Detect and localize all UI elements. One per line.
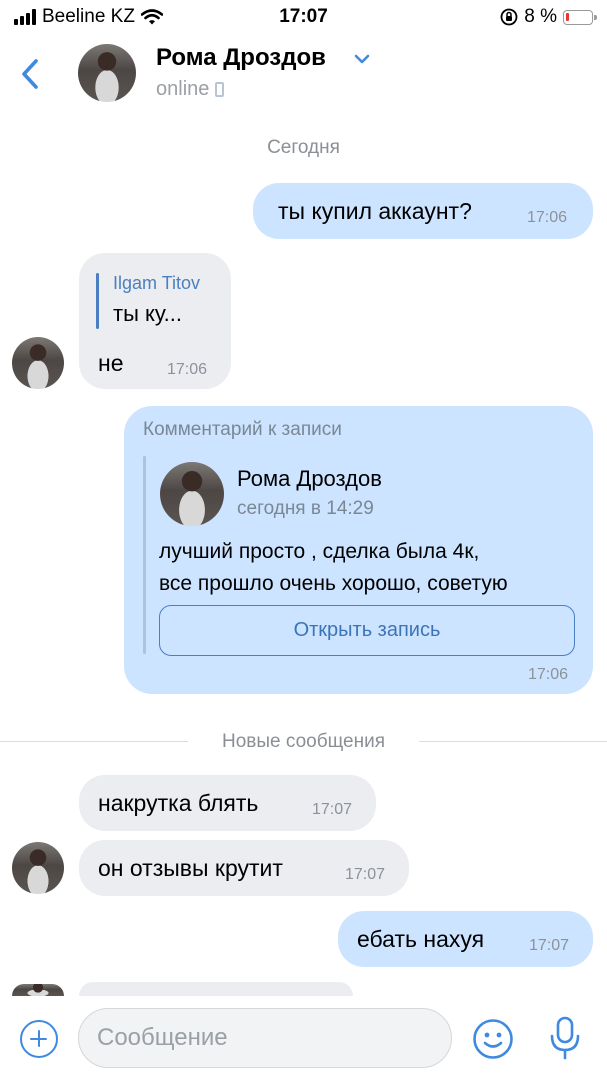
repost-text: лучший просто , сделка была 4к, все прош… — [159, 536, 589, 600]
message-bubble-incoming[interactable]: Ilgam Titov ты ку... не 17:06 — [79, 253, 231, 389]
repost-text-line: лучший просто , сделка была 4к, — [159, 540, 480, 563]
message-bubble-incoming[interactable]: накрутка блять 17:07 — [79, 775, 376, 831]
microphone-icon[interactable] — [547, 1014, 583, 1062]
message-bubble-incoming[interactable] — [79, 982, 353, 996]
battery-percent: 8 % — [524, 6, 557, 27]
message-text: накрутка блять — [98, 790, 259, 816]
status-text: online — [156, 78, 210, 100]
message-time: 17:06 — [527, 209, 568, 226]
status-bar: Beeline KZ 17:07 8 % — [0, 0, 607, 34]
repost-author[interactable]: Рома Дроздов — [237, 466, 382, 492]
repost-text-line: все прошло очень хорошо, советую — [159, 572, 508, 595]
back-button[interactable] — [14, 54, 48, 94]
sender-avatar[interactable] — [12, 984, 64, 996]
attach-plus-button[interactable] — [20, 1020, 58, 1058]
repost-bar — [143, 456, 146, 654]
message-text: ты купил аккаунт? — [278, 198, 472, 224]
message-bubble-incoming[interactable]: он отзывы крутит 17:07 — [79, 840, 409, 896]
contact-name[interactable]: Рома Дроздов — [156, 44, 326, 72]
message-text: он отзывы крутит — [98, 855, 283, 881]
message-text: не — [98, 350, 124, 376]
message-time: 17:07 — [345, 866, 386, 883]
reply-author[interactable]: Ilgam Titov — [113, 273, 200, 294]
chat-header: Рома Дроздов online — [0, 34, 607, 112]
new-messages-separator: Новые сообщения — [222, 731, 385, 752]
orientation-lock-icon — [500, 8, 518, 26]
emoji-icon[interactable] — [472, 1018, 514, 1060]
message-time: 17:06 — [528, 666, 569, 683]
message-input[interactable] — [78, 1008, 452, 1068]
message-time: 17:07 — [312, 801, 353, 818]
sender-avatar[interactable] — [12, 842, 64, 894]
date-separator: Сегодня — [267, 137, 340, 158]
message-text: ебать нахуя — [357, 926, 485, 952]
status-right: 8 % — [500, 6, 597, 28]
contact-status: online — [156, 78, 225, 101]
mobile-icon — [215, 82, 225, 97]
repost-author-avatar[interactable] — [160, 462, 224, 526]
message-bubble-outgoing[interactable]: ебать нахуя 17:07 — [338, 911, 593, 967]
repost-label: Комментарий к записи — [143, 419, 342, 440]
battery-icon — [563, 9, 597, 25]
reply-bar — [96, 273, 99, 329]
reply-text[interactable]: ты ку... — [113, 301, 182, 327]
chevron-down-icon[interactable] — [353, 52, 371, 66]
message-bubble-outgoing[interactable]: ты купил аккаунт? 17:06 — [253, 183, 593, 239]
contact-avatar[interactable] — [78, 44, 136, 102]
repost-date: сегодня в 14:29 — [237, 498, 374, 519]
message-time: 17:06 — [167, 361, 208, 378]
composer-bar — [0, 996, 607, 1080]
open-post-button[interactable]: Открыть запись — [159, 605, 575, 656]
message-time: 17:07 — [529, 937, 570, 954]
message-bubble-repost[interactable]: Комментарий к записи Рома Дроздов сегодн… — [124, 406, 593, 694]
sender-avatar[interactable] — [12, 337, 64, 389]
